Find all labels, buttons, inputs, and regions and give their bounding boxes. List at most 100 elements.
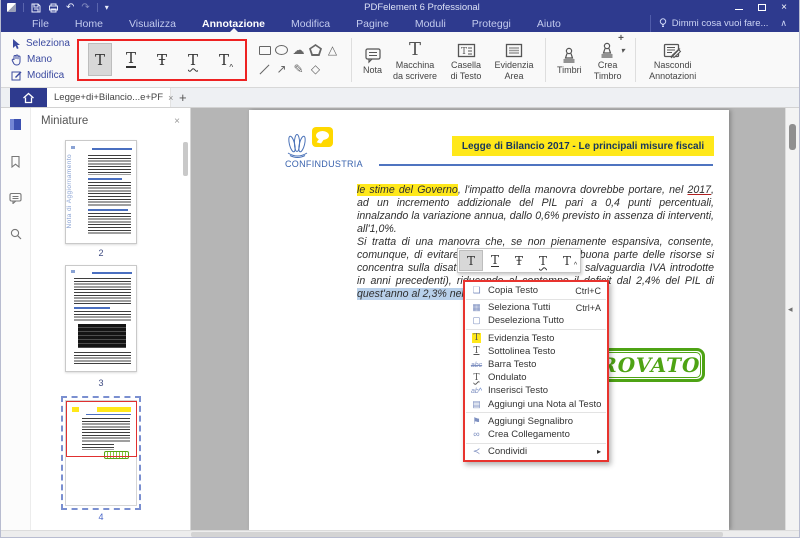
polygon-shape-icon[interactable] xyxy=(309,44,322,56)
menu-file[interactable]: File xyxy=(19,15,62,32)
mode-tools: Seleziona Mano Modifica xyxy=(5,36,77,83)
edit-tool[interactable]: Modifica xyxy=(11,68,77,83)
vertical-scrollbar-thumb[interactable] xyxy=(789,124,796,150)
insert-text-button[interactable]: T ^ xyxy=(212,43,236,76)
menu-pagine[interactable]: Pagine xyxy=(343,15,402,32)
horizontal-scrollbar-thumb[interactable] xyxy=(191,532,723,537)
caret-icon: ^ xyxy=(573,262,577,269)
thumbnail-page-4-selected[interactable] xyxy=(61,396,141,510)
menu-deseleziona-tutto[interactable]: ▢ Deseleziona Tutto xyxy=(465,314,607,327)
divider xyxy=(351,37,352,82)
menu-crea-collegamento[interactable]: ∞ Crea Collegamento xyxy=(465,428,607,441)
save-icon[interactable] xyxy=(31,3,41,13)
typewriter-button[interactable]: T Macchina da scrivere xyxy=(387,37,443,82)
document-tab[interactable]: Legge+di+Bilancio...e+PF × xyxy=(47,88,173,107)
menu-visualizza[interactable]: Visualizza xyxy=(116,15,189,32)
assistant-search[interactable]: Dimmi cosa vuoi fare... xyxy=(649,15,777,32)
collapse-ribbon-icon[interactable]: ∧ xyxy=(776,18,799,29)
bookmarks-panel-icon[interactable] xyxy=(10,155,21,168)
menu-copia-testo[interactable]: ❏ Copia Testo Ctrl+C xyxy=(465,284,607,297)
redo-icon[interactable]: ↷ xyxy=(81,2,89,13)
mini-strikethrough-button[interactable]: Ŧ xyxy=(507,250,531,271)
menu-moduli[interactable]: Moduli xyxy=(402,15,459,32)
underline-text-button[interactable]: T xyxy=(119,43,143,76)
highlight-area-button[interactable]: Evidenzia Area xyxy=(489,37,539,82)
mini-title-line xyxy=(92,272,132,274)
thumbnail-page-3[interactable] xyxy=(65,265,137,372)
document-tab-bar: Legge+di+Bilancio...e+PF × + xyxy=(1,88,799,108)
strikethrough-text-button[interactable]: Ŧ xyxy=(150,43,174,76)
menu-seleziona-tutti[interactable]: ▦ Seleziona Tutti Ctrl+A xyxy=(465,301,607,314)
mini-squiggly-button[interactable]: T xyxy=(531,250,555,271)
pencil-draw-icon[interactable]: ✎ xyxy=(293,63,303,75)
panel-collapse-arrow-icon[interactable]: ◂ xyxy=(788,304,793,315)
undo-icon[interactable]: ↶ xyxy=(66,2,74,13)
ellipse-shape-icon[interactable] xyxy=(275,45,288,55)
menu-annotazione[interactable]: Annotazione xyxy=(189,15,278,32)
menu-inserisci-testo[interactable]: ab^ Inserisci Testo xyxy=(465,384,607,397)
print-icon[interactable] xyxy=(48,3,59,13)
pdf-page: CONFINDUSTRIA Legge di Bilancio 2017 - L… xyxy=(249,110,729,530)
context-menu: ❏ Copia Testo Ctrl+C ▦ Seleziona Tutti Ctrl+… xyxy=(463,280,609,463)
menu-proteggi[interactable]: Proteggi xyxy=(459,15,524,32)
thumbnail-page-2[interactable]: Nota di Aggiornamento xyxy=(65,140,137,244)
home-tab-button[interactable] xyxy=(10,88,47,107)
line-shape-icon[interactable] xyxy=(259,64,270,74)
mini-insert-text-button[interactable]: T ^ xyxy=(555,250,579,271)
home-icon xyxy=(23,92,34,103)
menu-modifica[interactable]: Modifica xyxy=(278,15,343,32)
select-tool[interactable]: Seleziona xyxy=(11,36,77,51)
menu-aggiungi-segnalibro[interactable]: ⚑ Aggiungi Segnalibro xyxy=(465,415,607,428)
highlight-text-button[interactable]: T xyxy=(88,43,112,76)
cursor-icon xyxy=(13,38,20,49)
mini-highlight-button[interactable]: T xyxy=(459,250,483,271)
note-button[interactable]: Nota xyxy=(358,42,387,76)
minimize-button[interactable] xyxy=(735,9,744,10)
mini-text xyxy=(74,311,131,321)
mini-text xyxy=(88,155,131,175)
stamps-button[interactable]: Timbri xyxy=(552,42,587,76)
menu-aggiungi-nota[interactable]: ▤ Aggiungi una Nota al Testo xyxy=(465,398,607,411)
panel-close-icon[interactable]: × xyxy=(174,116,180,127)
mini-text xyxy=(74,352,131,366)
stamp-icon xyxy=(560,43,578,64)
application-window: ↶ ↷ ▾ PDFelement 6 Professional × File H… xyxy=(0,0,800,538)
menu-aiuto[interactable]: Aiuto xyxy=(524,15,574,32)
thumbnail-page-4 xyxy=(65,400,137,506)
menu-barra-testo[interactable]: abc Barra Testo xyxy=(465,358,607,371)
eraser-icon[interactable]: ◇ xyxy=(311,63,320,75)
thumbnails-panel-icon[interactable] xyxy=(9,118,22,131)
horizontal-scrollbar xyxy=(1,530,799,537)
text-markup-group-highlighted: T T Ŧ T T ^ xyxy=(77,38,247,81)
hide-annotations-button[interactable]: Nascondi Annotazioni xyxy=(642,37,704,82)
hand-tool[interactable]: Mano xyxy=(11,52,77,67)
search-panel-icon[interactable] xyxy=(10,228,22,240)
mini-underline-button[interactable]: T xyxy=(483,250,507,271)
menu-evidenzia-testo[interactable]: T Evidenzia Testo xyxy=(465,332,607,345)
menu-condividi[interactable]: ≺ Condividi ▸ xyxy=(465,445,607,458)
close-button[interactable]: × xyxy=(781,2,787,13)
highlight-area-icon xyxy=(505,38,523,59)
highlighted-text: le stime del Governo xyxy=(357,184,458,196)
cloud-shape-icon[interactable]: ☁ xyxy=(293,44,305,56)
menu-sottolinea-testo[interactable]: T Sottolinea Testo xyxy=(465,345,607,358)
create-stamp-button[interactable]: + ▾ Crea Timbro xyxy=(587,33,629,82)
arrow-shape-icon[interactable]: ↗ xyxy=(276,63,286,75)
textbox-button[interactable]: T Casella di Testo xyxy=(443,37,489,82)
menu-ondulato[interactable]: T Ondulato xyxy=(465,371,607,384)
underlined-text: 2017 xyxy=(687,184,712,196)
underline-text-icon: T xyxy=(473,346,480,357)
triangle-shape-icon[interactable]: △ xyxy=(328,44,337,56)
shape-tools-group: ☁ △ ↗ ✎ ◇ xyxy=(256,41,341,79)
page2-vertical-text: Nota di Aggiornamento xyxy=(66,154,73,229)
panel-scrollbar[interactable] xyxy=(183,142,188,176)
squiggly-underline-button[interactable]: T xyxy=(181,43,205,76)
thumbnail-label-3: 3 xyxy=(98,378,104,388)
new-tab-button[interactable]: + xyxy=(171,88,195,107)
mini-table xyxy=(78,324,126,348)
maximize-button[interactable] xyxy=(758,4,767,11)
comments-panel-icon[interactable] xyxy=(9,192,22,204)
menu-home[interactable]: Home xyxy=(62,15,116,32)
rectangle-shape-icon[interactable] xyxy=(258,45,271,55)
bookmark-icon: ⚑ xyxy=(472,415,481,426)
